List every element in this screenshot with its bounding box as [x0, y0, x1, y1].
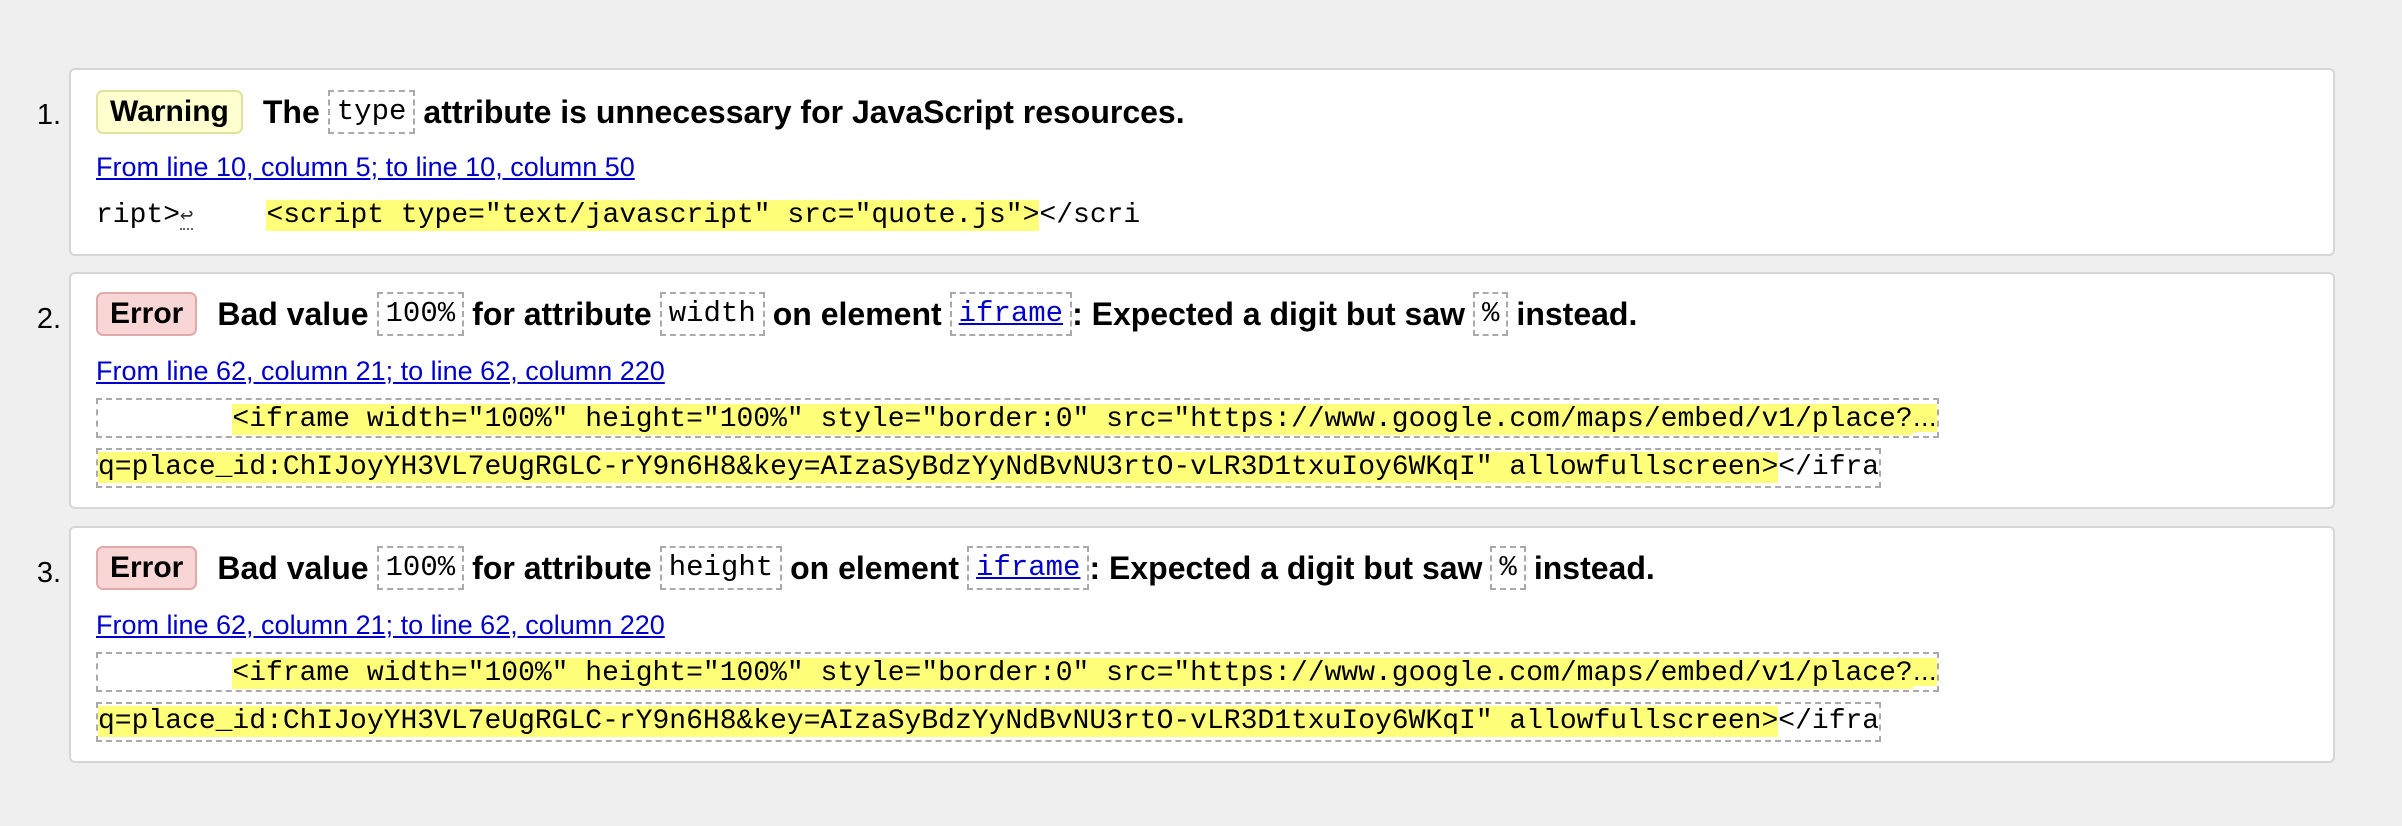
code-extract-line-2: q=place_id:ChIJoyYH3VL7eUgRGLC-rY9n6H8&k…: [96, 702, 1882, 742]
message-text: The: [262, 94, 320, 130]
extract-pre: ript>: [96, 200, 181, 231]
extract-highlight: <iframe width="100%" height="100%" style…: [232, 658, 1913, 689]
code-fragment: width: [659, 292, 765, 336]
location-link[interactable]: From line 62, column 21; to line 62, col…: [96, 354, 665, 388]
extract-indent: [98, 658, 232, 689]
message-text: on element: [790, 550, 960, 586]
message-error-2: 2. Error Bad value 100% for attribute wi…: [37, 272, 2335, 509]
element-link-wrapper: iframe: [967, 546, 1090, 590]
extract-box: <iframe width="100%" height="100%" style…: [96, 398, 1939, 438]
location-link[interactable]: From line 62, column 21; to line 62, col…: [96, 608, 665, 642]
message-heading: Error Bad value 100% for attribute heigh…: [96, 546, 1655, 590]
message-text: on element: [772, 296, 942, 332]
message-text: for attribute: [472, 550, 652, 586]
code-fragment: height: [659, 546, 783, 590]
message-number: 1.: [36, 99, 61, 131]
message-text: Bad value: [217, 296, 369, 332]
ellipsis: …: [1912, 404, 1937, 432]
validator-results-page: 1. Warning The type attribute is unneces…: [0, 0, 2402, 826]
code-fragment: type: [327, 90, 416, 134]
error-badge: Error: [96, 546, 198, 590]
code-fragment: %: [1473, 292, 1509, 336]
message-heading: Error Bad value 100% for attribute width…: [96, 292, 1637, 336]
extract-highlight: q=place_id:ChIJoyYH3VL7eUgRGLC-rY9n6H8&k…: [98, 706, 1779, 737]
code-fragment: 100%: [376, 292, 465, 336]
message-warning-1: 1. Warning The type attribute is unneces…: [37, 68, 2335, 256]
code-extract: ript>↩ <script type="text/javascript" sr…: [96, 198, 1140, 234]
extract-indent: [98, 404, 232, 435]
message-text: attribute is unnecessary for JavaScript …: [423, 94, 1185, 130]
extract-box: q=place_id:ChIJoyYH3VL7eUgRGLC-rY9n6H8&k…: [96, 448, 1882, 488]
extract-highlight: <iframe width="100%" height="100%" style…: [232, 404, 1913, 435]
code-extract-line-1: <iframe width="100%" height="100%" style…: [96, 652, 1939, 692]
code-fragment: %: [1490, 546, 1526, 590]
extract-highlight: q=place_id:ChIJoyYH3VL7eUgRGLC-rY9n6H8&k…: [98, 452, 1779, 483]
ellipsis: …: [1912, 658, 1937, 686]
iframe-element-link[interactable]: iframe: [976, 551, 1080, 584]
message-text: : Expected a digit but saw: [1089, 550, 1483, 586]
extract-highlight: <script type="text/javascript" src="quot…: [266, 200, 1040, 231]
warning-badge: Warning: [96, 90, 243, 134]
extract-post: </scri: [1039, 200, 1141, 231]
error-badge: Error: [96, 292, 198, 336]
iframe-element-link[interactable]: iframe: [959, 297, 1063, 330]
extract-post: </ifra: [1778, 706, 1880, 737]
message-heading: Warning The type attribute is unnecessar…: [96, 90, 1185, 134]
message-text: instead.: [1516, 296, 1638, 332]
code-fragment: 100%: [376, 546, 465, 590]
message-number: 3.: [36, 557, 61, 589]
code-extract-line-1: <iframe width="100%" height="100%" style…: [96, 398, 1939, 438]
extract-box: <iframe width="100%" height="100%" style…: [96, 652, 1939, 692]
extract-box: q=place_id:ChIJoyYH3VL7eUgRGLC-rY9n6H8&k…: [96, 702, 1882, 742]
element-link-wrapper: iframe: [949, 292, 1073, 336]
message-text: : Expected a digit but saw: [1072, 296, 1466, 332]
message-number: 2.: [36, 303, 61, 335]
message-text: Bad value: [217, 550, 369, 586]
line-break-icon: ↩: [180, 204, 194, 230]
location-link[interactable]: From line 10, column 5; to line 10, colu…: [96, 150, 635, 184]
message-text: for attribute: [472, 296, 652, 332]
message-error-3: 3. Error Bad value 100% for attribute he…: [37, 526, 2335, 763]
extract-post: </ifra: [1778, 452, 1880, 483]
code-extract-line-2: q=place_id:ChIJoyYH3VL7eUgRGLC-rY9n6H8&k…: [96, 448, 1882, 488]
message-text: instead.: [1533, 550, 1655, 586]
